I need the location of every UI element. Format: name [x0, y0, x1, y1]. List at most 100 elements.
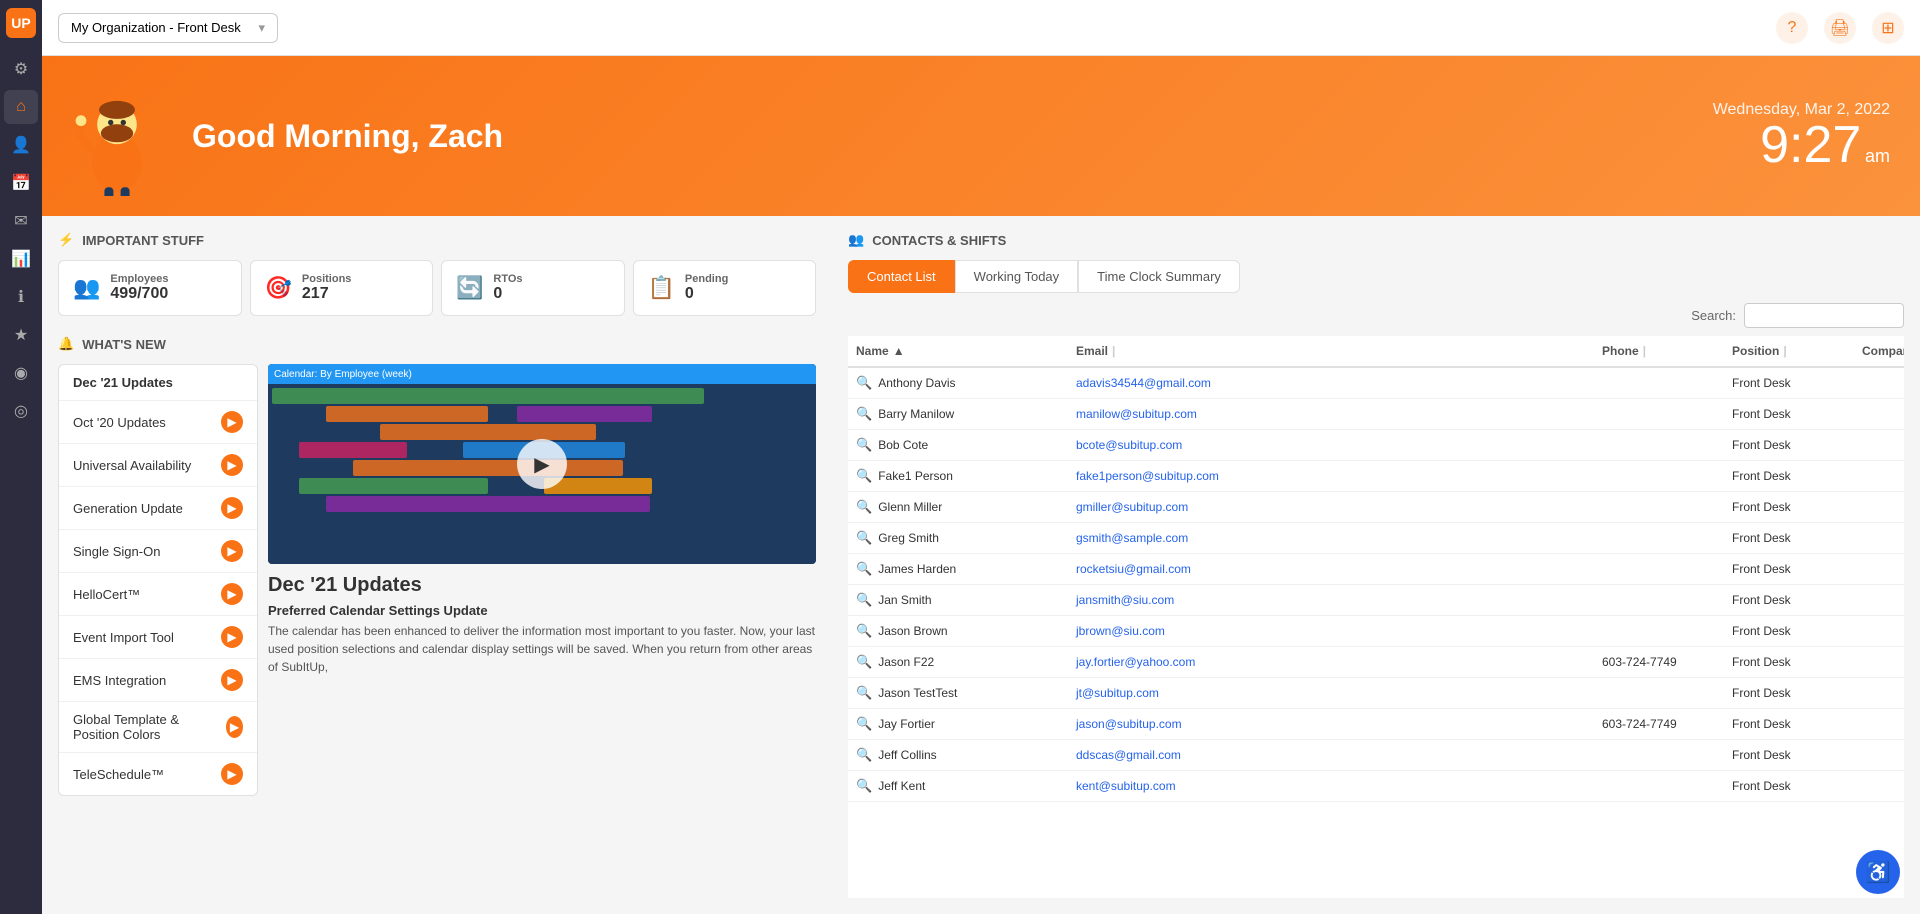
contact-name[interactable]: 🔍 Fake1 Person [848, 468, 1068, 484]
employees-value: 499/700 [110, 285, 168, 303]
stat-employees[interactable]: 👥 Employees 499/700 [58, 260, 242, 316]
contact-name[interactable]: 🔍 Glenn Miller [848, 499, 1068, 515]
contact-email[interactable]: bcote@subitup.com [1068, 438, 1594, 452]
contact-phone: 603-724-7749 [1594, 717, 1724, 731]
contact-name[interactable]: 🔍 Jason TestTest [848, 685, 1068, 701]
contact-email[interactable]: kent@subitup.com [1068, 779, 1594, 793]
news-gen-arrow: ▶ [221, 497, 243, 519]
table-body: 🔍 Anthony Davis adavis34544@gmail.com Fr… [848, 368, 1904, 898]
stat-rtos[interactable]: 🔄 RTOs 0 [441, 260, 625, 316]
search-row: Search: [848, 303, 1904, 328]
contact-position: Front Desk [1724, 624, 1854, 638]
help-icon[interactable]: ? [1776, 12, 1808, 44]
contact-email[interactable]: ddscas@gmail.com [1068, 748, 1594, 762]
dec-updates-text: The calendar has been enhanced to delive… [268, 622, 816, 676]
col-phone: Phone | [1594, 344, 1724, 358]
contact-email[interactable]: adavis34544@gmail.com [1068, 376, 1594, 390]
contact-name[interactable]: 🔍 Jeff Collins [848, 747, 1068, 763]
search-input[interactable] [1744, 303, 1904, 328]
stat-positions-info: Positions 217 [302, 273, 352, 303]
contact-name[interactable]: 🔍 Jan Smith [848, 592, 1068, 608]
contact-name[interactable]: 🔍 Anthony Davis [848, 375, 1068, 391]
contact-email[interactable]: jason@subitup.com [1068, 717, 1594, 731]
apps-icon[interactable]: ⊞ [1872, 12, 1904, 44]
search-icon: 🔍 [856, 747, 872, 763]
tab-working-today[interactable]: Working Today [955, 260, 1079, 293]
accessibility-button[interactable]: ♿ [1856, 850, 1900, 894]
sidebar-item-chart[interactable]: 📊 [4, 242, 38, 276]
sidebar-item-people[interactable]: 👤 [4, 128, 38, 162]
contact-email[interactable]: jbrown@siu.com [1068, 624, 1594, 638]
contact-email[interactable]: manilow@subitup.com [1068, 407, 1594, 421]
tab-time-clock-summary[interactable]: Time Clock Summary [1078, 260, 1240, 293]
contact-name[interactable]: 🔍 Barry Manilow [848, 406, 1068, 422]
news-item-event-import[interactable]: Event Import Tool ▶ [59, 616, 257, 659]
tab-contact-list[interactable]: Contact List [848, 260, 955, 293]
contact-email[interactable]: gsmith@sample.com [1068, 531, 1594, 545]
contact-name[interactable]: 🔍 Jay Fortier [848, 716, 1068, 732]
search-icon: 🔍 [856, 778, 872, 794]
contact-position: Front Desk [1724, 562, 1854, 576]
contact-email[interactable]: gmiller@subitup.com [1068, 500, 1594, 514]
sidebar-item-calendar[interactable]: 📅 [4, 166, 38, 200]
dec-updates-title: Dec '21 Updates [268, 574, 816, 597]
right-panel: 👥 CONTACTS & SHIFTS Contact List Working… [832, 216, 1920, 914]
contact-name[interactable]: 🔍 James Harden [848, 561, 1068, 577]
stat-rtos-info: RTOs 0 [493, 273, 522, 303]
sidebar-item-star[interactable]: ★ [4, 318, 38, 352]
news-list-col: Dec '21 Updates Oct '20 Updates ▶ Univer… [58, 364, 258, 796]
video-container[interactable]: Calendar: By Employee (week) [268, 364, 816, 564]
contact-email[interactable]: fake1person@subitup.com [1068, 469, 1594, 483]
contact-position: Front Desk [1724, 717, 1854, 731]
table-header: Name ▲ Email | Phone | Position | Compan… [848, 336, 1904, 368]
print-icon[interactable]: 🖨 [1824, 12, 1856, 44]
stats-row: 👥 Employees 499/700 🎯 Positions 217 🔄 [58, 260, 816, 316]
sidebar-item-user[interactable]: ◉ [4, 356, 38, 390]
topbar-left: My Organization - Front Desk ▾ [58, 13, 278, 43]
contact-name[interactable]: 🔍 Jason F22 [848, 654, 1068, 670]
sidebar-item-info[interactable]: ℹ [4, 280, 38, 314]
col-company: Company [1854, 344, 1904, 358]
pending-value: 0 [685, 285, 728, 303]
contact-position: Front Desk [1724, 593, 1854, 607]
positions-label: Positions [302, 273, 352, 285]
stat-pending[interactable]: 📋 Pending 0 [633, 260, 817, 316]
news-item-single-signon[interactable]: Single Sign-On ▶ [59, 530, 257, 573]
stat-positions[interactable]: 🎯 Positions 217 [250, 260, 434, 316]
contact-email[interactable]: jt@subitup.com [1068, 686, 1594, 700]
search-label: Search: [1691, 308, 1736, 323]
app-logo[interactable]: UP [6, 8, 36, 38]
contact-name[interactable]: 🔍 Jason Brown [848, 623, 1068, 639]
news-ua-arrow: ▶ [221, 454, 243, 476]
search-icon: 🔍 [856, 375, 872, 391]
news-ems-label: EMS Integration [73, 673, 166, 688]
news-item-hellocert[interactable]: HelloCert™ ▶ [59, 573, 257, 616]
sidebar-item-mail[interactable]: ✉ [4, 204, 38, 238]
news-item-universal-availability[interactable]: Universal Availability ▶ [59, 444, 257, 487]
table-row: 🔍 Greg Smith gsmith@sample.com Front Des… [848, 523, 1904, 554]
news-item-generation-update[interactable]: Generation Update ▶ [59, 487, 257, 530]
contact-email[interactable]: rocketsiu@gmail.com [1068, 562, 1594, 576]
news-item-template-colors[interactable]: Global Template & Position Colors ▶ [59, 702, 257, 753]
contacts-table: Name ▲ Email | Phone | Position | Compan… [848, 336, 1904, 898]
news-oct-arrow: ▶ [221, 411, 243, 433]
sidebar-item-settings[interactable]: ⚙ [4, 52, 38, 86]
news-item-teleschedule[interactable]: TeleSchedule™ ▶ [59, 753, 257, 795]
news-item-dec-updates[interactable]: Dec '21 Updates [59, 365, 257, 401]
news-item-ems[interactable]: EMS Integration ▶ [59, 659, 257, 702]
news-ems-arrow: ▶ [221, 669, 243, 691]
contact-name[interactable]: 🔍 Bob Cote [848, 437, 1068, 453]
hero-time-row: 9:27 am [1713, 119, 1890, 171]
video-play-button[interactable]: ▶ [517, 439, 567, 489]
contact-email[interactable]: jay.fortier@yahoo.com [1068, 655, 1594, 669]
topbar-icons: ? 🖨 ⊞ [1776, 12, 1904, 44]
org-selector[interactable]: My Organization - Front Desk ▾ [58, 13, 278, 43]
contact-email[interactable]: jansmith@siu.com [1068, 593, 1594, 607]
col-email: Email | [1068, 344, 1594, 358]
contact-name[interactable]: 🔍 Jeff Kent [848, 778, 1068, 794]
pending-icon: 📋 [648, 275, 675, 301]
sidebar-item-home[interactable]: ⌂ [4, 90, 38, 124]
sidebar-item-globe[interactable]: ◎ [4, 394, 38, 428]
contact-name[interactable]: 🔍 Greg Smith [848, 530, 1068, 546]
news-item-oct-updates[interactable]: Oct '20 Updates ▶ [59, 401, 257, 444]
